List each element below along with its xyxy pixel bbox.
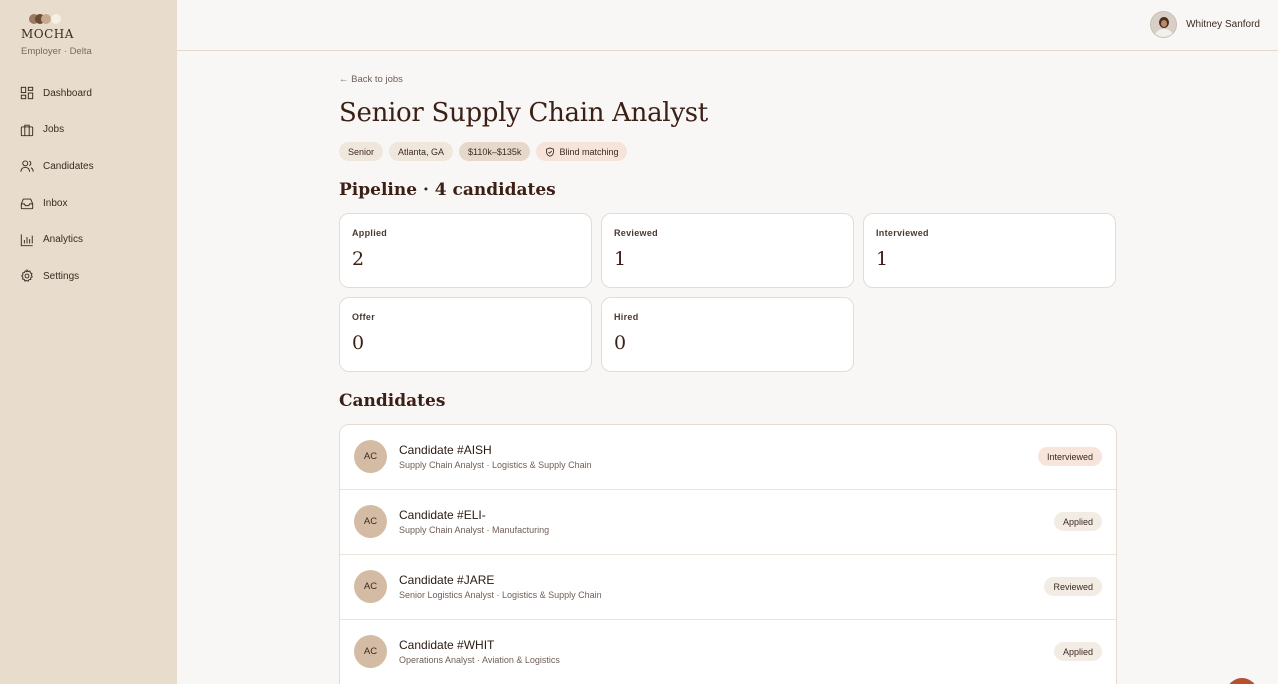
page-title: Senior Supply Chain Analyst xyxy=(339,98,708,128)
stage-card-interviewed[interactable]: Interviewed 1 xyxy=(863,213,1116,288)
candidate-avatar: AC xyxy=(354,505,387,538)
stage-card-reviewed[interactable]: Reviewed 1 xyxy=(601,213,854,288)
candidate-subtitle: Supply Chain Analyst · Manufacturing xyxy=(399,525,550,535)
status-badge: Applied xyxy=(1053,642,1102,661)
pipeline-title: Pipeline · 4 candidates xyxy=(339,180,556,200)
candidate-name: Candidate #JARE xyxy=(399,573,495,587)
user-name: Whitney Sanford xyxy=(1186,19,1260,30)
stage-count: 2 xyxy=(352,248,365,270)
candidate-avatar: AC xyxy=(354,635,387,668)
stage-count: 1 xyxy=(876,248,889,270)
sidebar-item-label: Jobs xyxy=(43,124,65,136)
candidate-row[interactable]: AC Candidate #WHIT Operations Analyst · … xyxy=(340,620,1116,684)
tag-label: Senior xyxy=(348,146,375,157)
tag-salary: $110k–$135k xyxy=(459,142,531,161)
floating-action-button[interactable] xyxy=(1226,678,1258,684)
sidebar-item-settings[interactable]: Settings xyxy=(20,265,94,287)
candidates-title: Candidates xyxy=(339,391,446,411)
sidebar-item-label: Settings xyxy=(43,270,80,282)
shield-check-icon xyxy=(546,146,555,157)
candidate-avatar: AC xyxy=(354,440,387,473)
stage-card-offer[interactable]: Offer 0 xyxy=(339,297,592,372)
stage-card-hired[interactable]: Hired 0 xyxy=(601,297,854,372)
stage-label: Offer xyxy=(352,312,376,322)
candidate-row[interactable]: AC Candidate #ELI- Supply Chain Analyst … xyxy=(340,490,1116,555)
stage-label: Applied xyxy=(352,228,388,238)
candidate-name: Candidate #WHIT xyxy=(399,638,495,652)
candidate-name: Candidate #AISH xyxy=(399,443,492,457)
stage-label: Reviewed xyxy=(614,228,658,238)
candidate-subtitle: Operations Analyst · Aviation & Logistic… xyxy=(399,655,560,665)
logo[interactable]: MOCHA xyxy=(21,14,74,41)
job-tags: Senior Atlanta, GA $110k–$135k Blind mat… xyxy=(339,142,633,161)
tag-label: Blind matching xyxy=(559,146,619,157)
users-icon xyxy=(20,160,34,173)
sidebar-item-label: Analytics xyxy=(43,234,84,246)
candidate-subtitle: Supply Chain Analyst · Logistics & Suppl… xyxy=(399,460,592,470)
status-badge: Interviewed xyxy=(1037,447,1102,466)
candidate-avatar: AC xyxy=(354,570,387,603)
tag-location: Atlanta, GA xyxy=(389,142,454,161)
stage-count: 0 xyxy=(614,332,627,354)
sidebar-item-label: Inbox xyxy=(43,197,68,209)
inbox-icon xyxy=(20,198,34,210)
sidebar-nav: Dashboard Jobs Candidates Inbox Analytic… xyxy=(20,82,94,302)
candidate-row[interactable]: AC Candidate #JARE Senior Logistics Anal… xyxy=(340,555,1116,620)
tag-seniority: Senior xyxy=(339,142,384,161)
top-bar: Whitney Sanford xyxy=(177,0,1278,51)
candidate-list: AC Candidate #AISH Supply Chain Analyst … xyxy=(339,424,1117,684)
sidebar: MOCHA Employer · Delta Dashboard Jobs Ca… xyxy=(0,0,177,684)
tag-label: $110k–$135k xyxy=(468,146,522,157)
logo-mark xyxy=(21,14,61,26)
tag-label: Atlanta, GA xyxy=(398,146,445,157)
sidebar-item-dashboard[interactable]: Dashboard xyxy=(20,82,94,104)
sidebar-item-jobs[interactable]: Jobs xyxy=(20,119,94,141)
avatar xyxy=(1150,11,1178,38)
tag-blind-matching: Blind matching xyxy=(536,142,628,161)
status-badge: Applied xyxy=(1053,512,1102,531)
user-menu[interactable]: Whitney Sanford xyxy=(1150,11,1260,38)
stage-label: Interviewed xyxy=(876,228,929,238)
sidebar-item-label: Candidates xyxy=(43,160,94,172)
stage-card-applied[interactable]: Applied 2 xyxy=(339,213,592,288)
candidate-row[interactable]: AC Candidate #AISH Supply Chain Analyst … xyxy=(340,425,1116,490)
dashboard-icon xyxy=(20,86,34,100)
stage-label: Hired xyxy=(614,312,639,322)
back-to-jobs-link[interactable]: ← Back to jobs xyxy=(339,74,403,85)
sidebar-item-analytics[interactable]: Analytics xyxy=(20,229,94,251)
candidate-name: Candidate #ELI- xyxy=(399,508,486,522)
sidebar-item-candidates[interactable]: Candidates xyxy=(20,155,94,177)
sidebar-item-inbox[interactable]: Inbox xyxy=(20,192,94,214)
stage-count: 1 xyxy=(614,248,627,270)
status-badge: Reviewed xyxy=(1044,577,1102,596)
briefcase-icon xyxy=(20,124,34,136)
stage-count: 0 xyxy=(352,332,365,354)
sidebar-item-label: Dashboard xyxy=(43,87,92,99)
logo-text: MOCHA xyxy=(21,27,74,41)
employer-label: Employer · Delta xyxy=(21,46,92,57)
gear-icon xyxy=(20,269,33,283)
bar-chart-icon xyxy=(20,234,33,246)
candidate-subtitle: Senior Logistics Analyst · Logistics & S… xyxy=(399,590,602,600)
